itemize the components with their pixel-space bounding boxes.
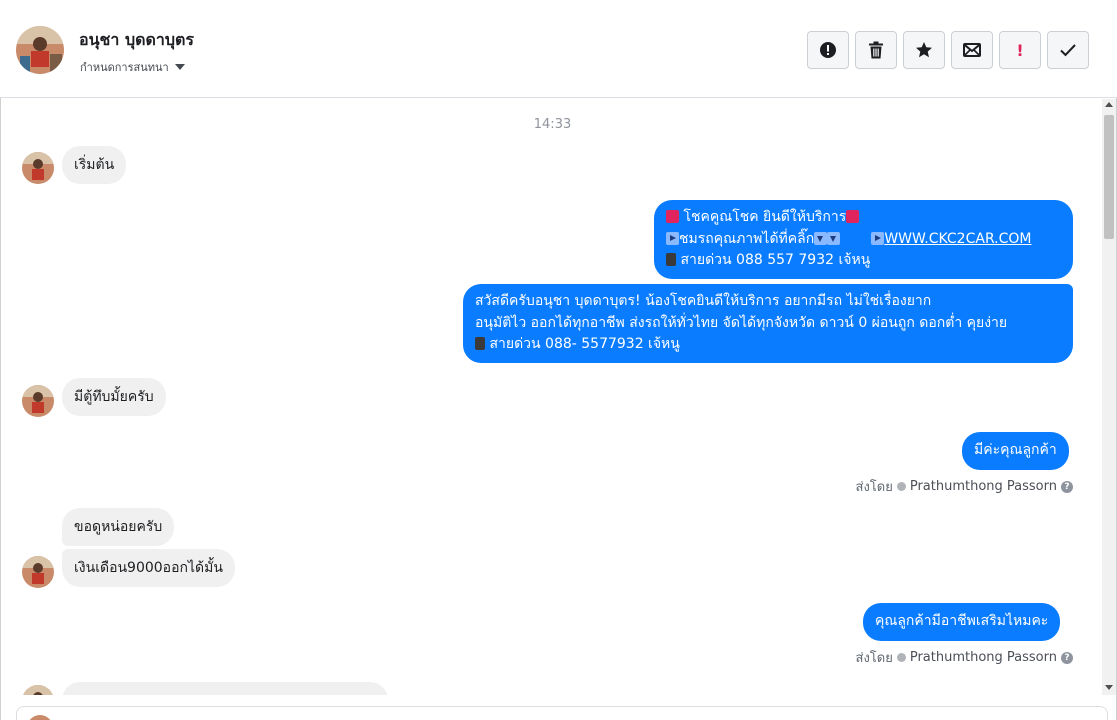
message-bubble-outgoing[interactable]: โชคคูณโชค ยินดีให้บริการ ชมรถคุณภาพได้ที… <box>654 200 1073 279</box>
follow-up-button[interactable]: ! <box>999 31 1041 69</box>
message-scrollbar[interactable] <box>1102 99 1116 695</box>
page-badge-icon <box>896 653 906 662</box>
message-bubble-outgoing[interactable]: สวัสดีครับอนุชา บุดดาบุตร! น้องโชคยินดีใ… <box>463 284 1073 363</box>
scroll-up-arrow-icon[interactable] <box>1105 102 1113 107</box>
message-timestamp: 14:33 <box>533 117 572 132</box>
car-emoji-icon <box>846 210 860 223</box>
composer-avatar <box>27 715 53 720</box>
contact-avatar-small[interactable] <box>22 556 54 588</box>
star-button[interactable] <box>903 31 945 69</box>
star-icon <box>916 42 932 58</box>
phone-emoji-icon <box>475 337 485 350</box>
message-composer[interactable] <box>16 706 1108 720</box>
mark-done-button[interactable] <box>1047 31 1089 69</box>
play-emoji-icon <box>871 231 885 245</box>
caret-down-icon <box>174 64 185 70</box>
message-line: สวัสดีครับอนุชา บุดดาบุตร! น้องโชคยินดีใ… <box>475 293 932 309</box>
mark-spam-button[interactable] <box>807 31 849 69</box>
assign-conversation-dropdown[interactable]: กำหนดการสนทนา <box>80 58 185 76</box>
sent-by-info: ส่งโดย Prathumthong Passorn ? <box>856 647 1073 668</box>
message-bubble-outgoing[interactable]: มีค่ะคุณลูกค้า <box>962 432 1069 470</box>
message-line: สายด่วน 088 557 7932 เจ้หนู <box>666 250 1061 272</box>
message-bubble-incoming[interactable]: เงินเดือน9000ออกได้มั้น <box>62 549 235 587</box>
message-bubble-incoming[interactable]: ขอดูหน่อยครับ <box>62 508 175 546</box>
phone-emoji-icon <box>666 253 676 266</box>
mark-unread-button[interactable] <box>951 31 993 69</box>
assign-conversation-label: กำหนดการสนทนา <box>80 61 169 74</box>
scroll-down-arrow-icon[interactable] <box>1105 685 1113 690</box>
conversation-header: อนุชา บุดดาบุตร กำหนดการสนทนา ! <box>0 0 1117 98</box>
delete-button[interactable] <box>855 31 897 69</box>
priority-icon: ! <box>1016 40 1024 60</box>
sender-name[interactable]: Prathumthong Passorn <box>910 650 1057 665</box>
page-badge-icon <box>896 482 906 491</box>
sent-by-info: ส่งโดย Prathumthong Passorn ? <box>856 476 1073 497</box>
message-line: สายด่วน 088- 5577932 เจ้หนู <box>475 334 1061 356</box>
message-bubble-outgoing[interactable]: คุณลูกค้ามีอาชีพเสริมไหมคะ <box>863 603 1061 641</box>
message-bubble-incoming[interactable]: เริ่มต้น <box>62 146 127 184</box>
contact-avatar-small[interactable] <box>22 385 54 417</box>
help-icon[interactable]: ? <box>1061 480 1073 493</box>
checkmark-icon <box>1060 44 1076 57</box>
message-line: โชคคูณโชค ยินดีให้บริการ <box>666 207 1061 229</box>
website-link[interactable]: WWW.CKC2CAR.COM <box>884 231 1031 247</box>
help-icon[interactable]: ? <box>1061 651 1073 664</box>
message-bubble-incoming-partial[interactable] <box>62 682 388 695</box>
message-line: ชมรถคุณภาพได้ที่คลิ๊ก WWW.CKC2CAR.COM <box>666 229 1061 251</box>
play-emoji-icon <box>666 231 679 245</box>
contact-name: อนุชา บุดดาบุตร <box>79 30 195 49</box>
exclamation-circle-icon <box>820 42 836 58</box>
conversation-toolbar: ! <box>807 31 1089 69</box>
car-emoji-icon <box>666 210 679 223</box>
message-line: อนุมัติไว ออกได้ทุกอาชีพ ส่งรถให้ทั่วไทย… <box>475 314 1008 331</box>
message-bubble-incoming[interactable]: มีตู้ทึบมั้ยครับ <box>62 378 166 416</box>
down-arrow-emoji-icon <box>827 231 841 245</box>
down-arrow-emoji-icon <box>814 231 828 245</box>
contact-avatar-small[interactable] <box>22 152 54 184</box>
trash-icon <box>869 41 883 59</box>
scroll-thumb[interactable] <box>1104 115 1114 239</box>
sender-name[interactable]: Prathumthong Passorn <box>910 479 1057 494</box>
contact-avatar[interactable] <box>16 26 64 74</box>
message-list[interactable]: 14:33 เริ่มต้น โชคคูณโชค ยินดีให้บริการ … <box>4 99 1101 695</box>
envelope-icon <box>963 43 981 57</box>
contact-avatar-small[interactable] <box>22 685 54 695</box>
